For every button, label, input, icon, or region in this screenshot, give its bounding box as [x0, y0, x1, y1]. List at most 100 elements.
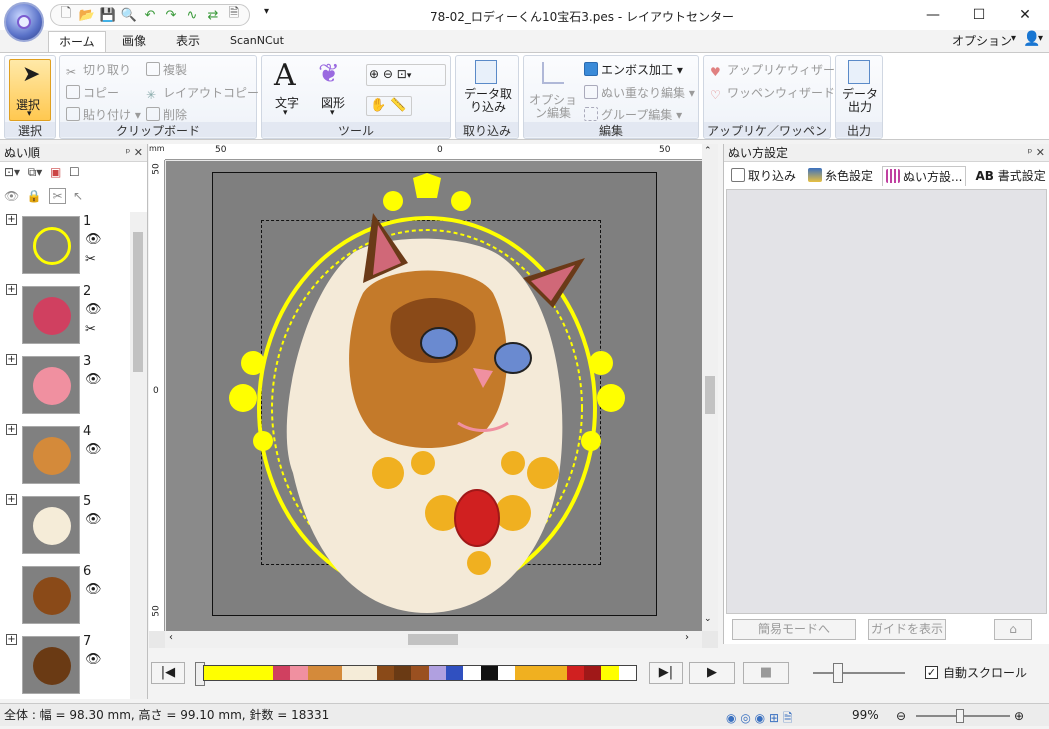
save-icon[interactable]: 💾: [99, 6, 117, 24]
sewing-order-scrollbar[interactable]: [130, 212, 147, 699]
visibility-eye-icon[interactable]: 👁: [85, 652, 102, 667]
minimize-button[interactable]: —: [910, 0, 956, 30]
data-output-button[interactable]: データ出力: [838, 58, 882, 122]
home-settings-icon[interactable]: ⌂: [994, 619, 1032, 640]
tab-home[interactable]: ホーム: [48, 31, 106, 52]
sewing-order-item[interactable]: 6 👁: [0, 562, 130, 632]
go-start-button[interactable]: |◀: [151, 662, 185, 684]
sort-icon[interactable]: ⊡▾: [4, 165, 20, 179]
layer-icon[interactable]: ⧉▾: [28, 165, 43, 179]
sewing-order-item[interactable]: +1 👁 ✂: [0, 212, 130, 282]
hand-pan-icon[interactable]: ✋: [370, 98, 386, 113]
copy-button[interactable]: コピー: [66, 84, 119, 101]
visibility-eye-icon[interactable]: 👁: [85, 442, 102, 457]
sewing-order-item[interactable]: +5 👁: [0, 492, 130, 562]
sewing-order-item[interactable]: +4 👁: [0, 422, 130, 492]
tab-view[interactable]: 表示: [166, 31, 210, 52]
duplicate-button[interactable]: 複製: [146, 61, 187, 78]
sewing-order-item[interactable]: +7 👁: [0, 632, 130, 699]
workspace[interactable]: [166, 161, 702, 631]
options-menu[interactable]: オプション: [952, 32, 1012, 49]
tab-import-settings[interactable]: 取り込み: [728, 166, 799, 186]
options-edit-button[interactable]: オプション編集: [528, 58, 578, 122]
tab-image[interactable]: 画像: [112, 31, 156, 52]
expand-icon[interactable]: +: [6, 494, 17, 505]
maximize-button[interactable]: ☐: [956, 0, 1002, 30]
speed-slider-thumb[interactable]: [833, 663, 843, 683]
measure-icon[interactable]: 📏: [390, 98, 406, 113]
visibility-eye-icon[interactable]: 👁: [85, 372, 102, 387]
user-dropdown-icon[interactable]: ▾: [1038, 33, 1043, 44]
realistic-view-icon[interactable]: ◉: [755, 711, 765, 725]
scissors-toggle-icon[interactable]: ✂: [49, 188, 66, 204]
stitch-icon[interactable]: ∿: [183, 6, 201, 24]
tab-sewing-settings[interactable]: ぬい方設...: [882, 166, 967, 186]
new-file-icon[interactable]: 🗋: [57, 6, 75, 24]
zoom-out-icon[interactable]: ⊖: [383, 67, 393, 81]
show-guide-button[interactable]: ガイドを表示: [868, 619, 946, 640]
data-import-button[interactable]: データ取り込み: [460, 58, 514, 122]
scrollbar-thumb[interactable]: [133, 232, 143, 372]
layout-copy-button[interactable]: ✳レイアウトコピー ▾: [146, 84, 269, 102]
delete-button[interactable]: 削除: [146, 106, 187, 123]
redo-icon[interactable]: ↷: [162, 6, 180, 24]
print-preview-icon[interactable]: 🗎: [225, 6, 243, 24]
visibility-eye-icon[interactable]: 👁: [85, 512, 102, 527]
text-tool-button[interactable]: A 文字 ▾: [268, 58, 308, 122]
cut-jump-icon[interactable]: ✂: [85, 322, 96, 337]
tab-font-settings[interactable]: AB 書式設定: [972, 166, 1048, 186]
zoom-icon[interactable]: 🔍: [120, 6, 138, 24]
embroidery-design[interactable]: [213, 173, 658, 617]
zoom-out-icon[interactable]: ⊖: [896, 705, 906, 727]
patch-wizard-button[interactable]: ♡ ワッペンウィザード: [710, 84, 835, 102]
options-dropdown-icon[interactable]: ▾: [1011, 33, 1016, 44]
cut-button[interactable]: ✂ 切り取り: [66, 61, 131, 79]
expand-icon[interactable]: +: [6, 354, 17, 365]
scroll-left-arrow-icon[interactable]: ‹: [169, 632, 173, 643]
qat-dropdown-icon[interactable]: ▾: [264, 6, 269, 17]
expand-icon[interactable]: +: [6, 214, 17, 225]
scroll-right-arrow-icon[interactable]: ›: [685, 632, 689, 643]
thread-color-bar[interactable]: [203, 665, 637, 681]
close-button[interactable]: ✕: [1002, 0, 1048, 30]
visibility-eye-icon[interactable]: 👁: [85, 582, 102, 597]
pane-pin-close-icon[interactable]: ᵖ ✕: [1028, 144, 1045, 162]
lock-icon[interactable]: 🔒: [27, 189, 42, 203]
sewing-order-item[interactable]: +2 👁 ✂: [0, 282, 130, 352]
paste-button[interactable]: 貼り付け ▾: [66, 106, 141, 123]
pane-pin-close-icon[interactable]: ᵖ ✕: [126, 144, 143, 162]
canvas-vertical-scrollbar[interactable]: ⌃ ⌄: [702, 144, 718, 631]
scrollbar-thumb[interactable]: [408, 634, 458, 645]
select-button[interactable]: ➤ 選択 ▾: [9, 59, 51, 121]
overlap-edit-button[interactable]: ぬい重なり編集 ▾: [584, 84, 695, 101]
stop-button[interactable]: ■: [743, 662, 789, 684]
transfer-icon[interactable]: ⇄: [204, 6, 222, 24]
app-menu-button[interactable]: [4, 2, 44, 42]
color-sort-icon[interactable]: ▣: [50, 165, 61, 179]
speed-slider-track[interactable]: [813, 672, 905, 674]
emboss-button[interactable]: エンボス加工 ▾: [584, 61, 683, 78]
expand-icon[interactable]: +: [6, 634, 17, 645]
design-view-icon[interactable]: ◉: [726, 711, 736, 725]
stitch-view-icon[interactable]: ◎: [740, 711, 750, 725]
frame-icon[interactable]: ☐: [69, 165, 80, 179]
undo-icon[interactable]: ↶: [141, 6, 159, 24]
play-button[interactable]: ▶: [689, 662, 735, 684]
tab-thread-color[interactable]: 糸色設定: [805, 166, 876, 186]
view-icon[interactable]: 👁: [4, 189, 19, 203]
scroll-down-arrow-icon[interactable]: ⌄: [704, 614, 712, 624]
cut-jump-icon[interactable]: ✂: [85, 252, 96, 267]
open-folder-icon[interactable]: 📂: [78, 6, 96, 24]
visibility-eye-icon[interactable]: 👁: [85, 302, 102, 317]
pointer-icon[interactable]: ↖: [73, 189, 83, 203]
canvas-horizontal-scrollbar[interactable]: ‹ ›: [165, 631, 702, 648]
expand-icon[interactable]: +: [6, 284, 17, 295]
go-end-button[interactable]: ▶|: [649, 662, 683, 684]
zoom-in-icon[interactable]: ⊕: [1014, 705, 1024, 727]
applique-wizard-button[interactable]: ♥ アップリケウィザード: [710, 61, 847, 79]
sewing-order-item[interactable]: +3 👁: [0, 352, 130, 422]
expand-icon[interactable]: +: [6, 424, 17, 435]
zoom-slider-thumb[interactable]: [956, 709, 964, 723]
tab-scanncut[interactable]: ScanNCut: [220, 31, 294, 52]
grid-view-icon[interactable]: ⊞: [769, 711, 779, 725]
